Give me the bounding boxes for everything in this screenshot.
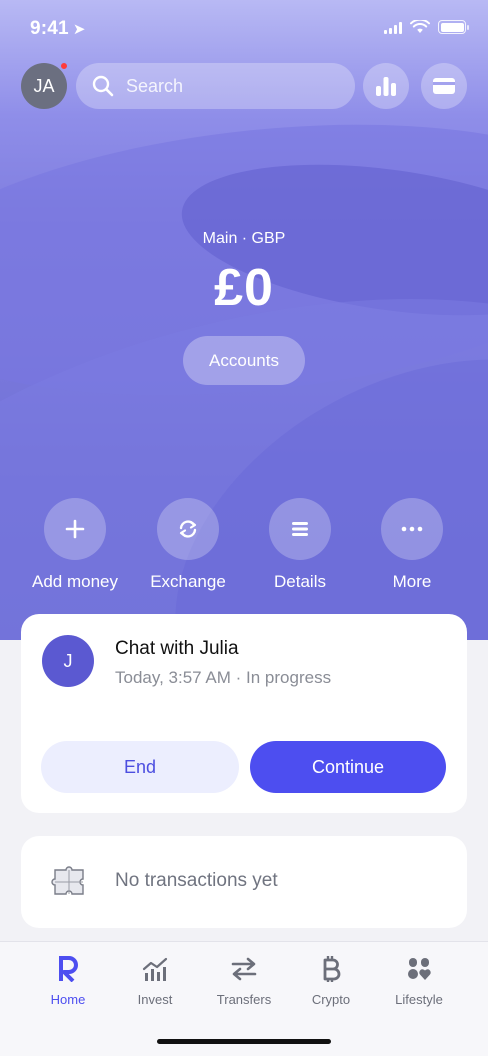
add-money-action[interactable]: Add money bbox=[15, 498, 135, 592]
tab-home-label: Home bbox=[50, 992, 86, 1007]
more-label: More bbox=[392, 572, 432, 591]
exchange-icon bbox=[179, 520, 197, 538]
cellular-signal-icon bbox=[384, 21, 402, 34]
chat-avatar: J bbox=[42, 635, 94, 687]
tab-home[interactable]: Home bbox=[23, 954, 113, 1007]
status-bar: 9:41 ➤ bbox=[0, 0, 488, 56]
details-action[interactable]: Details bbox=[240, 498, 360, 592]
bar-chart-icon bbox=[376, 77, 396, 96]
lifestyle-icon bbox=[408, 958, 431, 980]
details-label: Details bbox=[274, 572, 326, 591]
search-bar[interactable]: Search bbox=[76, 63, 355, 109]
tab-invest-label: Invest bbox=[137, 992, 173, 1007]
status-time-text: 9:41 bbox=[30, 18, 69, 39]
notification-dot bbox=[60, 62, 68, 70]
bitcoin-icon bbox=[323, 956, 341, 982]
details-button[interactable] bbox=[269, 498, 331, 560]
home-indicator bbox=[157, 1039, 331, 1044]
search-placeholder: Search bbox=[126, 75, 184, 96]
details-icon bbox=[292, 522, 308, 536]
tab-crypto-label: Crypto bbox=[311, 992, 351, 1007]
no-transactions-text: No transactions yet bbox=[115, 870, 278, 891]
add-money-label: Add money bbox=[32, 572, 118, 591]
puzzle-icon bbox=[51, 866, 84, 895]
tab-crypto[interactable]: Crypto bbox=[286, 954, 376, 1007]
revolut-r-icon bbox=[59, 956, 78, 982]
balance-amount: £0 bbox=[214, 259, 274, 317]
more-icon bbox=[401, 526, 423, 532]
chat-subtitle: Today, 3:57 AM · In progress bbox=[115, 668, 332, 687]
location-arrow-icon: ➤ bbox=[72, 21, 86, 38]
invest-chart-icon bbox=[142, 957, 168, 981]
more-button[interactable] bbox=[381, 498, 443, 560]
add-money-button[interactable] bbox=[44, 498, 106, 560]
tab-lifestyle-label: Lifestyle bbox=[395, 992, 443, 1007]
battery-icon bbox=[438, 20, 469, 34]
profile-avatar[interactable]: JA bbox=[21, 62, 68, 109]
continue-chat-button[interactable]: Continue bbox=[250, 741, 446, 793]
cards-button[interactable] bbox=[421, 63, 467, 109]
chat-title: Chat with Julia bbox=[115, 638, 239, 659]
account-label: Main · GBP bbox=[202, 230, 286, 247]
analytics-button[interactable] bbox=[363, 63, 409, 109]
end-chat-button[interactable]: End bbox=[41, 741, 239, 793]
wifi-icon bbox=[410, 20, 430, 33]
tab-lifestyle[interactable]: Lifestyle bbox=[374, 954, 464, 1007]
search-icon bbox=[92, 75, 114, 97]
status-icons bbox=[384, 20, 469, 34]
exchange-button[interactable] bbox=[157, 498, 219, 560]
exchange-action[interactable]: Exchange bbox=[128, 498, 248, 592]
tab-transfers[interactable]: Transfers bbox=[199, 954, 289, 1007]
transfer-arrows-icon bbox=[231, 957, 257, 981]
more-action[interactable]: More bbox=[352, 498, 472, 592]
accounts-button[interactable]: Accounts bbox=[183, 336, 305, 385]
exchange-label: Exchange bbox=[150, 572, 226, 591]
balance-hero: 9:41 ➤ JA Search Main · GBP £0 Accounts … bbox=[0, 0, 488, 640]
tab-transfers-label: Transfers bbox=[216, 992, 272, 1007]
avatar-initials: JA bbox=[33, 75, 55, 96]
plus-icon bbox=[65, 519, 85, 539]
chat-card[interactable]: J Chat with Julia Today, 3:57 AM · In pr… bbox=[21, 614, 467, 813]
status-time: 9:41 ➤ bbox=[30, 18, 86, 40]
tab-invest[interactable]: Invest bbox=[110, 954, 200, 1007]
transactions-card: No transactions yet bbox=[21, 836, 467, 928]
card-icon bbox=[433, 78, 455, 94]
